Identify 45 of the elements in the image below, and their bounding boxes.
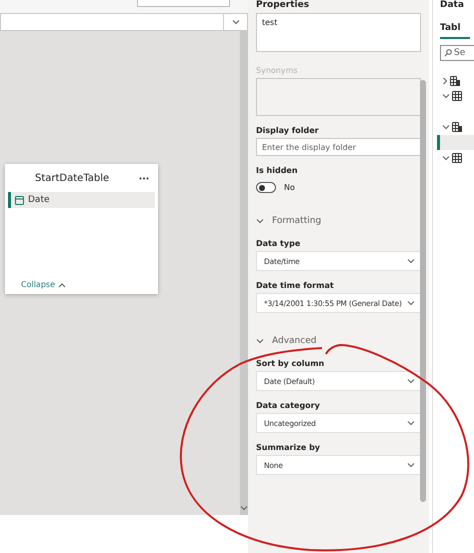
chevron-down-icon [407, 258, 415, 264]
calculated-table-icon [452, 122, 462, 132]
synonyms-field[interactable] [256, 78, 421, 116]
chevron-down-icon [232, 19, 240, 25]
field-label: Data category [256, 401, 321, 410]
field-label: Display folder [256, 126, 320, 135]
calculated-table-icon [450, 76, 460, 86]
section-header[interactable]: Formatting [256, 213, 429, 229]
chevron-down-icon [407, 300, 415, 306]
chevron-down-icon [442, 124, 450, 130]
field-label: Synonyms [256, 66, 299, 75]
section-header[interactable]: Advanced [256, 333, 429, 349]
chevron-down-icon [407, 462, 415, 468]
chevron-up-icon [58, 282, 66, 288]
chevron-down-icon [442, 154, 450, 161]
tree-item[interactable] [437, 134, 474, 150]
field-label: Date time format [256, 281, 335, 290]
display-folder-field[interactable]: Enter the display folder [256, 138, 421, 156]
table-icon [452, 152, 462, 163]
hidden-toggle[interactable] [256, 182, 276, 193]
tab[interactable]: Tabl [440, 23, 470, 39]
search-field[interactable]: Se [440, 45, 474, 61]
table-card-title: StartDateTable [35, 172, 110, 184]
pane-title: Properties [256, 0, 310, 12]
field-label: Sort by column [256, 359, 326, 368]
chevron-down-icon [407, 378, 415, 384]
pane-title: Data [440, 0, 465, 11]
table-icon [452, 91, 462, 102]
chevron-down-icon [407, 420, 415, 426]
search-icon [444, 49, 452, 57]
field-label: Data type [256, 239, 302, 248]
calendar-icon [15, 196, 24, 204]
chevron-down-icon [240, 505, 248, 511]
collapse-link[interactable]: Collapse [21, 280, 155, 289]
chevron-right-icon[interactable] [442, 76, 448, 85]
table-card[interactable]: StartDateTable Date Collapse [5, 164, 158, 294]
field-row[interactable]: Date [8, 192, 155, 208]
field-label: Summarize by [256, 443, 322, 452]
description-field[interactable]: test [256, 13, 421, 52]
chevron-down-icon [256, 338, 264, 344]
chevron-down-icon [442, 93, 450, 100]
chevron-down-icon [256, 218, 264, 224]
more-icon[interactable] [139, 176, 149, 180]
field-label: Is hidden [256, 166, 299, 175]
toggle-state: No [284, 183, 295, 192]
